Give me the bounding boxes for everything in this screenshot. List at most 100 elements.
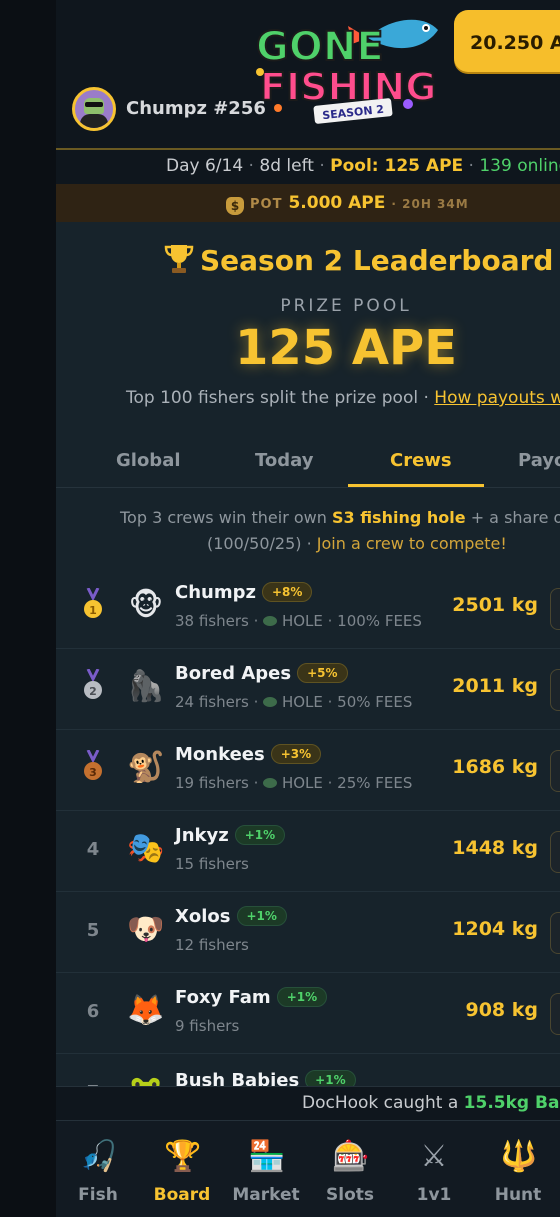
crew-row[interactable]: 2 🦍 Bored Apes +5% 24 fishers · HOLE · 50… — [56, 649, 560, 730]
leaderboard-title: Season 2 Leaderboard — [164, 242, 553, 277]
crew-emoji: 🦊 — [127, 993, 165, 1028]
ape-balance-button[interactable]: 20.250 AP — [454, 10, 560, 72]
pot-value: 5.000 APE — [288, 193, 386, 213]
pot-timer: 20H 34M — [402, 197, 469, 211]
crew-weight: 1448 kg — [452, 837, 538, 859]
crew-row[interactable]: 4 🎭 Jnkyz +1% 15 fishers 1448 kg — [56, 811, 560, 892]
nav-fish[interactable]: 🎣 Fish — [56, 1121, 140, 1217]
join-crew-link[interactable]: Join a crew to compete! — [317, 534, 507, 553]
crew-details: 19 fishers · HOLE · 25% FEES — [175, 774, 413, 792]
crew-emoji: 🐵 — [128, 588, 164, 623]
crew-name: Chumpz +8% — [175, 582, 313, 603]
crew-name: Foxy Fam +1% — [175, 987, 328, 1008]
crew-row[interactable]: 6 🦊 Foxy Fam +1% 9 fishers 908 kg — [56, 973, 560, 1054]
svg-text:2: 2 — [89, 685, 97, 698]
nav-hunt[interactable]: 🔱 Hunt — [476, 1121, 560, 1217]
how-payouts-work-link[interactable]: How payouts work — [434, 388, 560, 408]
tab-today[interactable]: Today — [255, 450, 313, 471]
nav-board[interactable]: 🏆 Board — [140, 1121, 224, 1217]
crew-emoji: 🎭 — [127, 831, 165, 866]
join-button[interactable] — [550, 993, 560, 1035]
crew-details: 12 fishers — [175, 936, 249, 954]
svg-text:1: 1 — [89, 604, 97, 617]
crew-weight: 1204 kg — [452, 918, 538, 940]
nav-1v1[interactable]: ⚔ 1v1 — [392, 1121, 476, 1217]
crew-row[interactable]: 3 🐒 Monkees +3% 19 fishers · HOLE · 25% F… — [56, 730, 560, 811]
prize-pool-value: 125 APE — [234, 320, 458, 376]
nav-slots[interactable]: 🎰 Slots — [308, 1121, 392, 1217]
pool-amount: Pool: 125 APE — [330, 156, 464, 176]
fishing-hole-icon — [263, 697, 278, 707]
active-tab-indicator — [348, 484, 484, 487]
trident-icon: 🔱 — [500, 1139, 538, 1174]
svg-text:GONE: GONE — [256, 24, 384, 70]
slot-machine-icon: 🎰 — [332, 1139, 370, 1174]
silver-medal-icon: 2 — [84, 669, 102, 699]
pot-bar: $ POT 5.000 APE · 20H 34M — [56, 184, 560, 222]
market-icon: 🏪 — [248, 1139, 286, 1174]
crew-name: Jnkyz +1% — [175, 825, 286, 846]
crew-emoji: 🦍 — [127, 669, 165, 704]
avatar[interactable] — [72, 87, 116, 131]
trophy-icon: 🏆 — [164, 1139, 202, 1174]
bonus-badge: +1% — [234, 825, 286, 845]
crew-rank: 6 — [86, 1001, 100, 1022]
prize-pool-label: PRIZE POOL — [280, 296, 412, 316]
bonus-badge: +1% — [276, 987, 328, 1007]
svg-text:3: 3 — [89, 766, 97, 779]
ticker-catch: 15.5kg Bang — [463, 1093, 560, 1113]
crew-weight: 2501 kg — [452, 594, 538, 616]
prize-description: Top 100 fishers split the prize pool · H… — [126, 388, 560, 408]
crew-weight: 1686 kg — [452, 756, 538, 778]
gold-medal-icon: 1 — [84, 588, 102, 618]
join-button[interactable] — [550, 912, 560, 954]
crew-row[interactable]: 5 🐶 Xolos +1% 12 fishers 1204 kg — [56, 892, 560, 973]
bonus-badge: +8% — [261, 582, 313, 602]
username: Chumpz #256 — [126, 98, 266, 119]
day-counter: Day 6/14 — [166, 156, 244, 176]
money-bag-icon: $ — [226, 197, 244, 215]
fishing-hole-icon — [263, 778, 278, 788]
crew-row[interactable]: 1 🐵 Chumpz +8% 38 fishers · HOLE · 100% F… — [56, 568, 560, 649]
pot-label: POT — [250, 197, 283, 212]
bottom-nav: 🎣 Fish 🏆 Board 🏪 Market 🎰 Slots ⚔ 1v1 🔱 … — [56, 1120, 560, 1217]
crew-name: Bored Apes +5% — [175, 663, 348, 684]
header: Chumpz #256 GONE FISHING SEASON 2 20.250… — [56, 0, 560, 148]
crew-emoji: 🐒 — [127, 750, 165, 785]
tab-crews[interactable]: Crews — [390, 450, 452, 471]
crew-details: 15 fishers — [175, 855, 249, 873]
crew-rank: 5 — [86, 920, 100, 941]
tab-global[interactable]: Global — [116, 450, 181, 471]
app-frame: Chumpz #256 GONE FISHING SEASON 2 20.250… — [56, 0, 560, 1217]
join-button[interactable] — [550, 669, 560, 711]
crew-weight: 908 kg — [465, 999, 538, 1021]
bonus-badge: +3% — [270, 744, 322, 764]
fishing-hole-icon — [263, 616, 278, 626]
join-button[interactable] — [550, 750, 560, 792]
crew-weight: 2011 kg — [452, 675, 538, 697]
leaderboard-tabs: Global Today Crews Payo — [56, 440, 560, 488]
crossed-swords-icon: ⚔ — [420, 1139, 448, 1174]
nav-market[interactable]: 🏪 Market — [224, 1121, 308, 1217]
bonus-badge: +1% — [236, 906, 287, 926]
join-button[interactable] — [550, 588, 560, 630]
crew-name: Monkees +3% — [175, 744, 322, 765]
prize-desc-text: Top 100 fishers split the prize pool — [126, 388, 419, 408]
crew-details: 9 fishers — [175, 1017, 240, 1035]
leaderboard-title-text: Season 2 Leaderboard — [200, 244, 554, 277]
join-button[interactable] — [550, 831, 560, 873]
crew-name: Xolos +1% — [175, 906, 287, 927]
crew-details: 24 fishers · HOLE · 50% FEES — [175, 693, 413, 711]
crew-info-note: Top 3 crews win their own S3 fishing hol… — [120, 508, 560, 553]
online-count: 139 online — [479, 156, 560, 176]
bronze-medal-icon: 3 — [84, 750, 102, 780]
tab-payouts[interactable]: Payo — [518, 450, 560, 471]
crew-details: 38 fishers · HOLE · 100% FEES — [175, 612, 422, 630]
trophy-icon — [164, 245, 194, 273]
season-info-bar: Day 6/14 · 8d left · Pool: 125 APE · 139… — [56, 150, 560, 184]
crew-emoji: 🐶 — [127, 912, 165, 947]
fishing-rod-icon: 🎣 — [80, 1139, 118, 1174]
catch-ticker: DocHook caught a 15.5kg Bang — [56, 1086, 560, 1120]
bonus-badge: +5% — [297, 663, 348, 683]
crew-rank: 4 — [86, 839, 100, 860]
